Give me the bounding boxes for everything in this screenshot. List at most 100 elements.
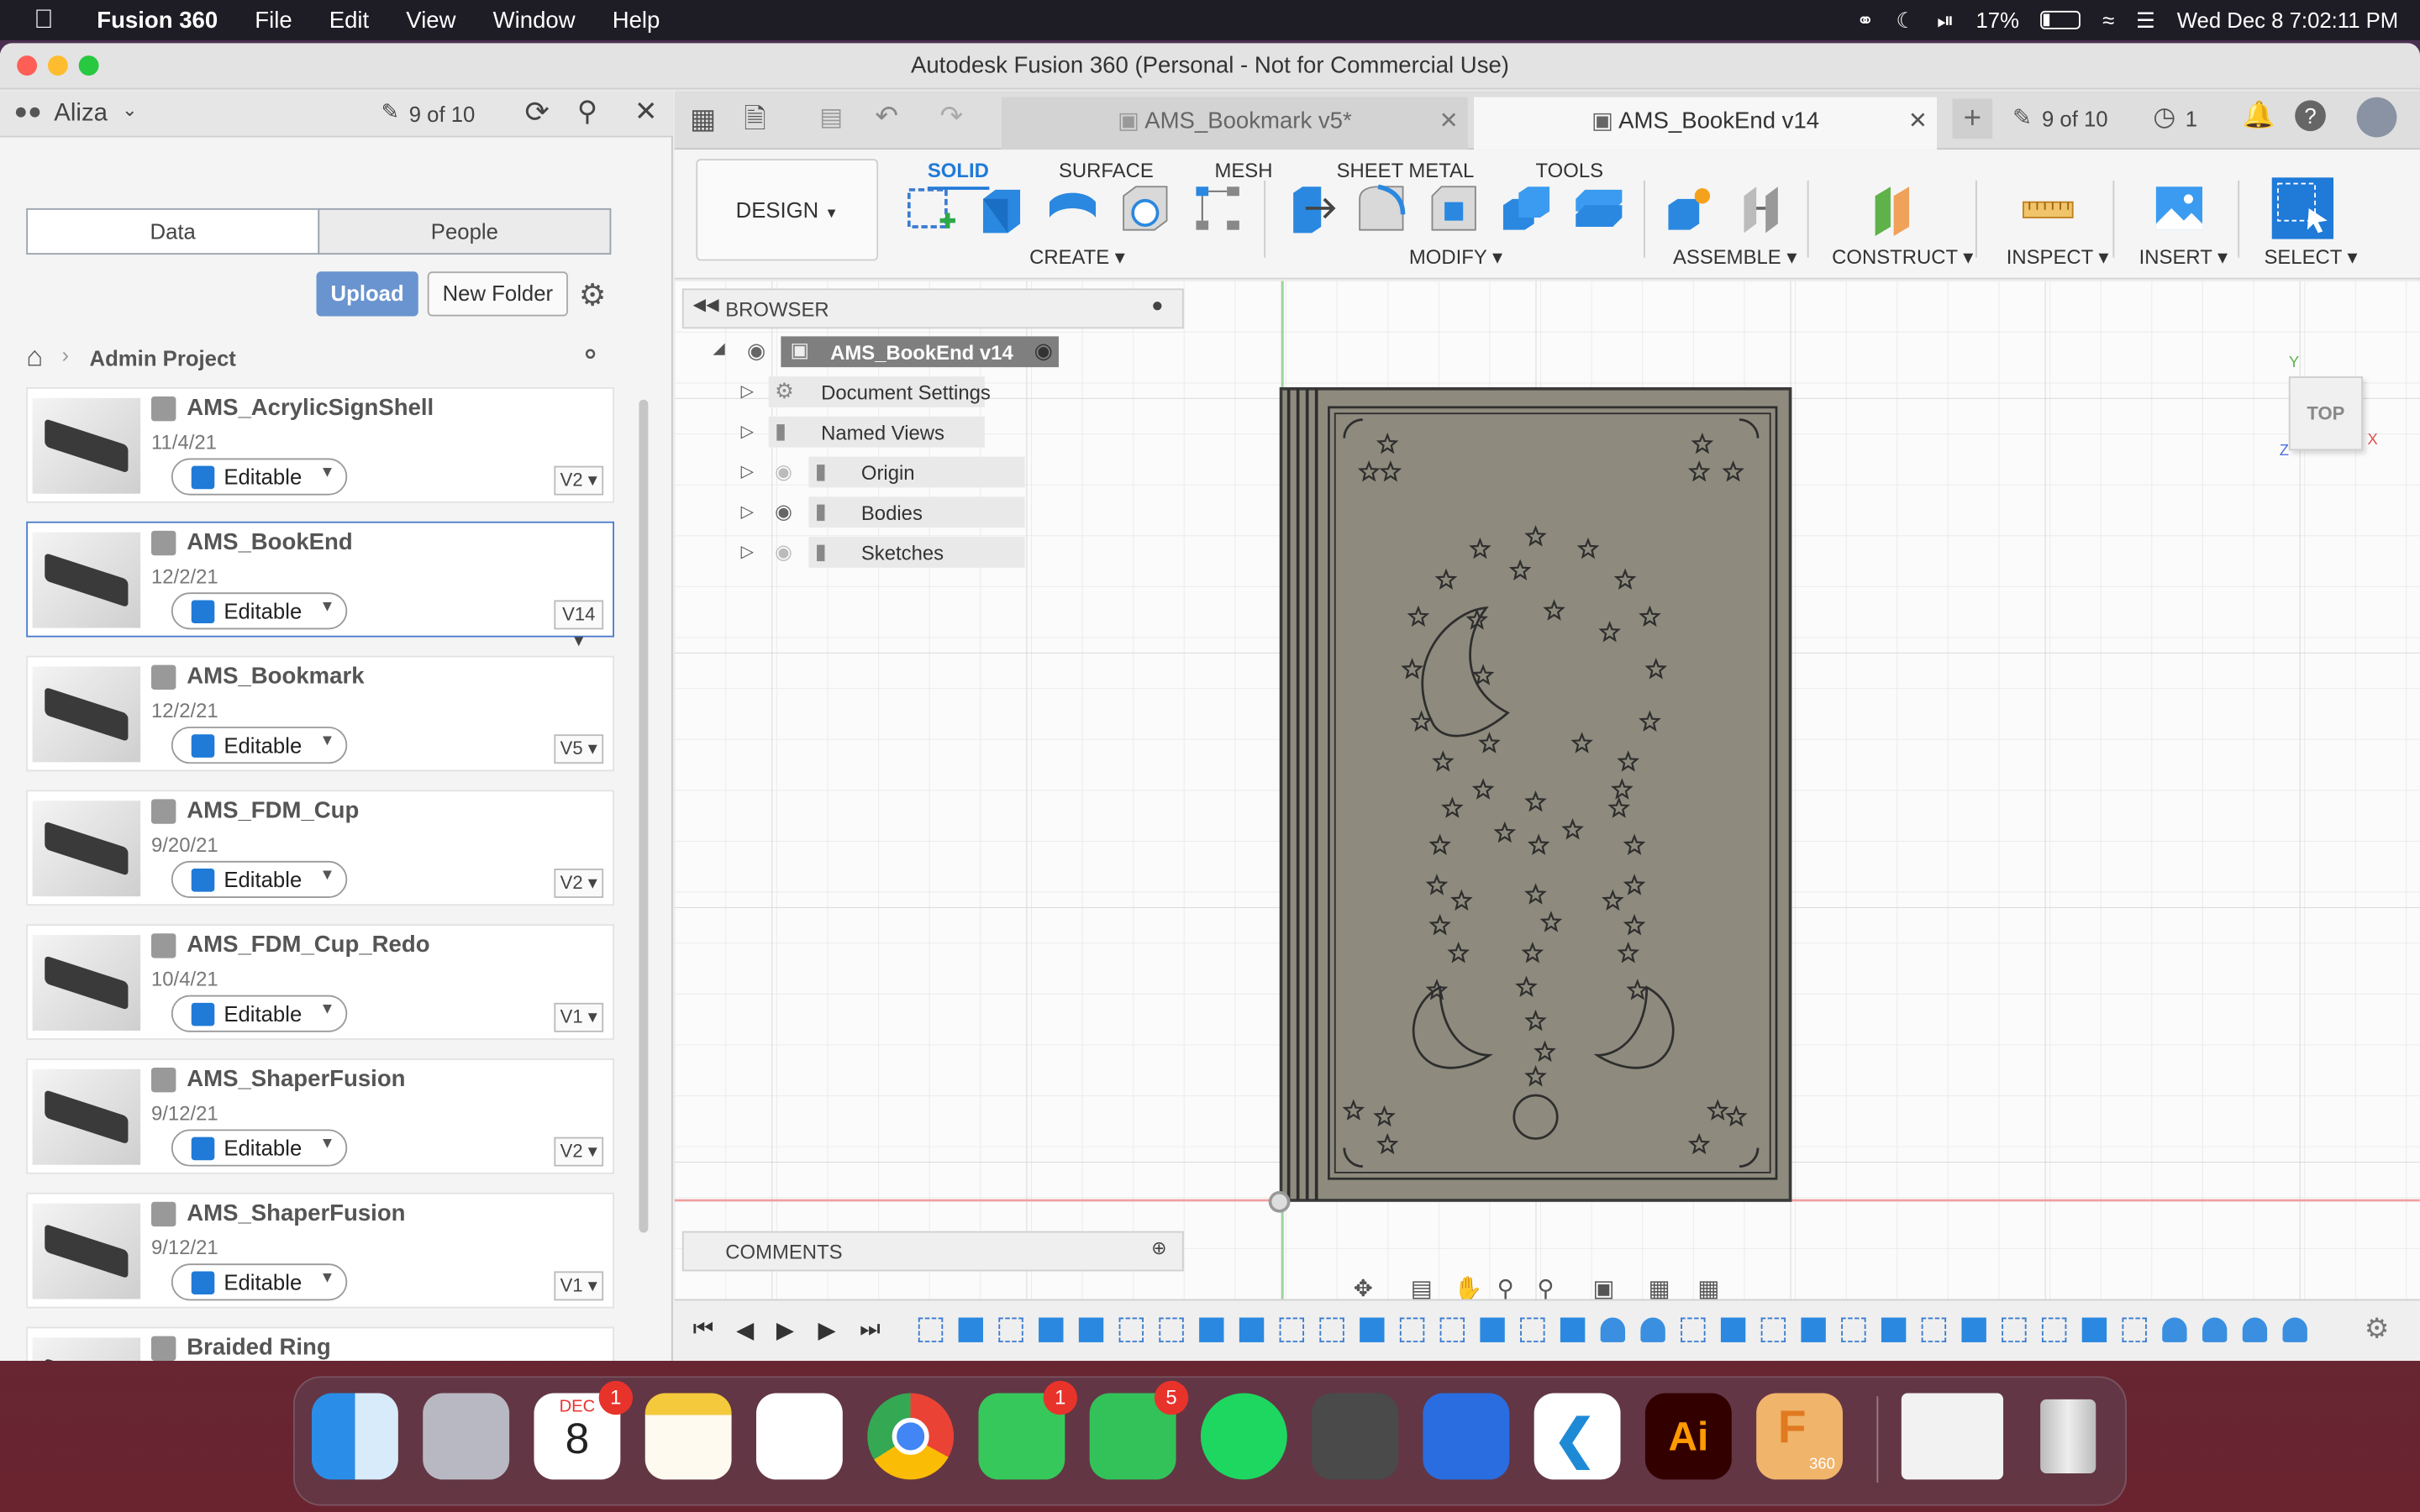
joint-icon[interactable]	[1734, 181, 1790, 236]
fusion-icon[interactable]: F 360	[1756, 1393, 1844, 1480]
combine-icon[interactable]	[1497, 181, 1553, 236]
file-card[interactable]: AMS_BookEnd 12/2/21 Editable ▼ V14 ▾	[26, 521, 615, 651]
spotify-icon[interactable]	[1200, 1393, 1287, 1480]
expand-arrow-icon[interactable]: ▷	[741, 421, 755, 441]
timeline-extrude-icon[interactable]	[1078, 1317, 1104, 1342]
timeline-fillet-icon[interactable]	[1640, 1317, 1665, 1342]
job-count[interactable]: 1	[2186, 107, 2197, 131]
redo-icon[interactable]: ↷	[940, 100, 964, 133]
tree-node-named-views[interactable]: ▷ ▮ Named Views	[741, 416, 1143, 450]
timeline-sketch-icon[interactable]	[1681, 1317, 1706, 1342]
next-step-icon[interactable]: ▶	[818, 1316, 835, 1344]
file-thumbnail[interactable]	[32, 397, 141, 494]
timeline-extrude-icon[interactable]	[1720, 1317, 1746, 1342]
viewport[interactable]: TOP Y X Z ◀◀ BROWSER ● ◢ ◉ ▣ AMS_BookEnd…	[674, 281, 2420, 1361]
timeline-extrude-icon[interactable]	[1961, 1317, 1986, 1342]
collapse-icon[interactable]: ◀◀	[693, 295, 719, 315]
refresh-icon[interactable]: ⟳	[524, 96, 549, 131]
file-card[interactable]: AMS_ShaperFusion 9/12/21 Editable ▼ V1 ▾	[26, 1192, 615, 1309]
tab-bookend[interactable]: ▣ AMS_BookEnd v14 ✕	[1474, 97, 1938, 150]
previous-step-icon[interactable]: ◀	[736, 1316, 754, 1344]
upload-button[interactable]: Upload	[316, 271, 418, 317]
tab-mesh[interactable]: MESH	[1214, 159, 1272, 182]
file-name[interactable]: AMS_BookEnd	[187, 529, 352, 555]
timeline-extrude-icon[interactable]	[2081, 1317, 2107, 1342]
avatar[interactable]	[2356, 97, 2397, 138]
workspace-switcher[interactable]: DESIGN ▼	[696, 159, 879, 261]
facetime-icon[interactable]: 5	[1089, 1380, 1189, 1480]
file-thumbnail[interactable]	[32, 1337, 141, 1361]
bell-icon[interactable]: 🔔	[2243, 100, 2275, 131]
fit-icon[interactable]: ⚲	[1537, 1274, 1554, 1302]
gear-icon[interactable]: ⚙	[579, 276, 607, 315]
file-thumbnail[interactable]	[32, 666, 141, 763]
menu-file[interactable]: File	[236, 7, 310, 33]
hole-icon[interactable]	[1118, 181, 1173, 236]
timeline-fillet-icon[interactable]	[1600, 1317, 1626, 1342]
timeline-extrude-icon[interactable]	[1801, 1317, 1826, 1342]
bookend-model[interactable]	[1279, 386, 1795, 1206]
search-icon[interactable]: ⚲	[577, 96, 597, 129]
file-thumbnail[interactable]	[32, 532, 141, 628]
file-card[interactable]: AMS_AcrylicSignShell 11/4/21 Editable ▼ V2 ▾	[26, 387, 615, 503]
new-folder-button[interactable]: New Folder	[427, 271, 568, 317]
close-tab-icon[interactable]: ✕	[1908, 97, 1928, 147]
view-cube[interactable]: TOP	[2288, 376, 2363, 451]
reminders-icon[interactable]	[755, 1393, 843, 1480]
timeline-sketch-icon[interactable]	[1841, 1317, 1866, 1342]
select-icon[interactable]	[2271, 177, 2334, 239]
moon-icon[interactable]: ☾	[1896, 7, 1915, 33]
editable-dropdown[interactable]: Editable ▼	[171, 995, 348, 1032]
fillet-icon[interactable]	[1354, 181, 1409, 236]
undo-icon[interactable]: ↶	[875, 100, 898, 133]
eye-icon[interactable]: ◉	[775, 500, 792, 524]
vscode-icon[interactable]: ❮	[1534, 1393, 1621, 1480]
sketch-icon[interactable]	[1423, 1393, 1510, 1480]
timeline-sketch-icon[interactable]	[1159, 1317, 1184, 1342]
timeline-extrude-icon[interactable]	[1360, 1317, 1385, 1342]
tree-node-bodies[interactable]: ▷ ◉ ▮ Bodies	[741, 496, 1143, 530]
calculator-icon[interactable]	[1312, 1393, 1399, 1480]
file-thumbnail[interactable]	[32, 801, 141, 897]
eye-icon[interactable]: ◉	[747, 338, 765, 364]
orbit-icon[interactable]: ✥	[1354, 1274, 1373, 1302]
group-insert[interactable]: INSERT ▾	[2139, 245, 2228, 270]
help-icon[interactable]: ?	[2295, 100, 2326, 132]
timeline-extrude-icon[interactable]	[1881, 1317, 1907, 1342]
browser-panel-header[interactable]: ◀◀ BROWSER ●	[681, 288, 1184, 329]
timeline-fillet-icon[interactable]	[2282, 1317, 2307, 1342]
timeline-sketch-icon[interactable]	[2122, 1317, 2147, 1342]
file-name[interactable]: AMS_FDM_Cup_Redo	[187, 932, 429, 958]
tab-people[interactable]: People	[318, 207, 612, 255]
timeline-sketch-icon[interactable]	[998, 1317, 1023, 1342]
timeline-sketch-icon[interactable]	[1319, 1317, 1344, 1342]
launchpad-icon[interactable]	[423, 1393, 510, 1480]
file-thumbnail[interactable]	[32, 1203, 141, 1299]
editable-dropdown[interactable]: Editable ▼	[171, 1129, 348, 1167]
file-menu-icon[interactable]: 🗎	[744, 100, 766, 146]
expand-arrow-icon[interactable]: ▷	[741, 542, 755, 562]
tab-data[interactable]: Data	[26, 207, 320, 255]
finder-icon[interactable]	[312, 1393, 398, 1480]
expand-arrow-icon[interactable]: ▷	[741, 381, 755, 402]
new-tab-button[interactable]: +	[1952, 98, 1993, 139]
pattern-icon[interactable]	[1190, 181, 1245, 236]
tab-sheet-metal[interactable]: SHEET METAL	[1337, 159, 1475, 182]
timeline-sketch-icon[interactable]	[1760, 1317, 1786, 1342]
clock-icon[interactable]: ◷	[2153, 102, 2175, 133]
timeline-fillet-icon[interactable]	[2162, 1317, 2187, 1342]
timeline-fillet-icon[interactable]	[2242, 1317, 2268, 1342]
version-dropdown[interactable]: V2 ▾	[554, 1137, 604, 1167]
first-step-icon[interactable]: ⏮	[693, 1316, 714, 1342]
save-icon[interactable]: ▤	[819, 102, 843, 133]
team-icon[interactable]: ●●	[14, 99, 42, 125]
notes-icon[interactable]	[644, 1393, 732, 1480]
file-card[interactable]: AMS_Bookmark 12/2/21 Editable ▼ V5 ▾	[26, 655, 615, 772]
file-card[interactable]: AMS_ShaperFusion 9/12/21 Editable ▼ V2 ▾	[26, 1058, 615, 1174]
file-name[interactable]: AMS_FDM_Cup	[187, 798, 359, 824]
chrome-icon[interactable]	[867, 1393, 955, 1480]
group-select[interactable]: SELECT ▾	[2264, 245, 2357, 270]
minus-icon[interactable]: ●	[1151, 293, 1163, 317]
tree-node-document-settings[interactable]: ▷ ⚙ Document Settings	[741, 376, 1143, 410]
home-icon[interactable]: ⌂	[26, 341, 43, 374]
